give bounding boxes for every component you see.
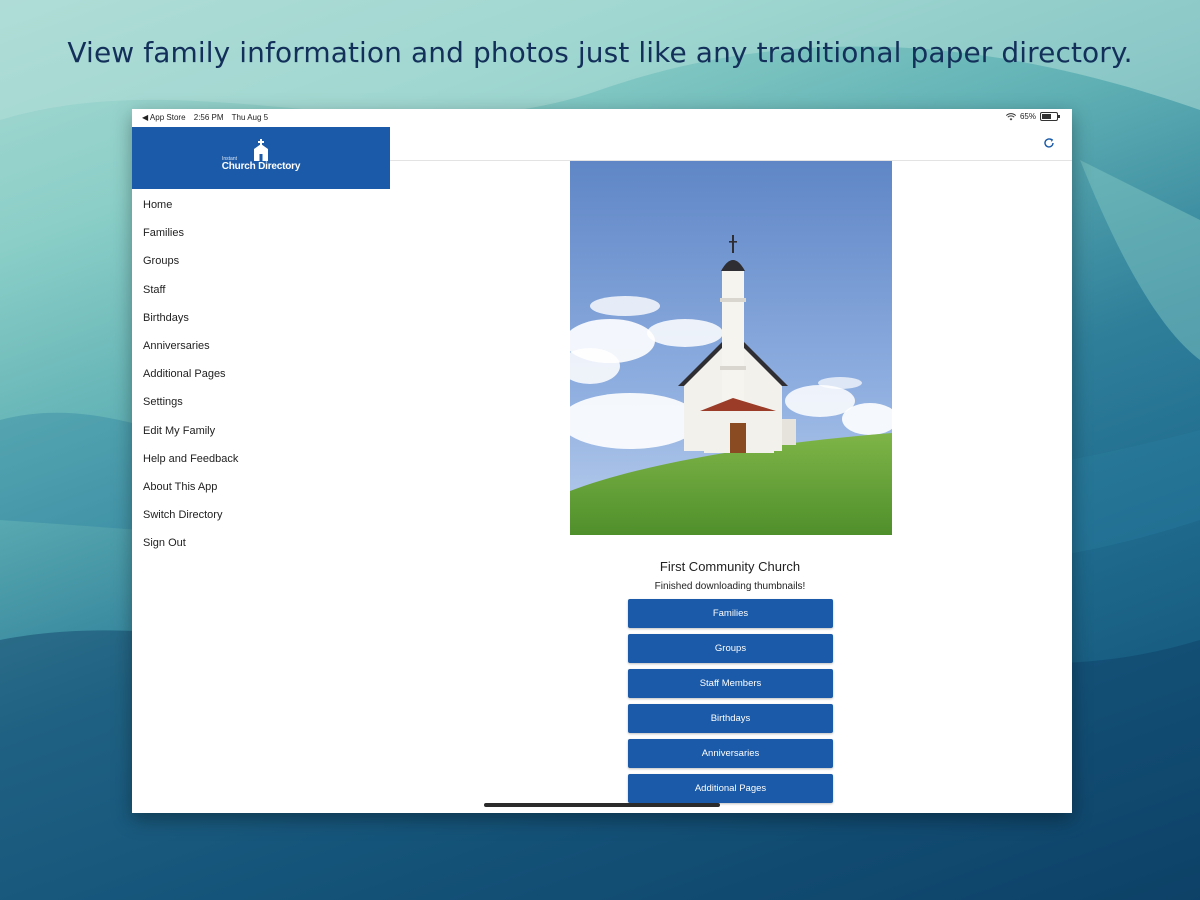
sidebar-item-home[interactable]: Home	[132, 197, 390, 225]
sidebar-item-birthdays[interactable]: Birthdays	[132, 310, 390, 338]
church-photo	[570, 161, 892, 535]
brand-logo: Instant Church Directory	[216, 139, 306, 179]
families-button[interactable]: Families	[628, 599, 833, 628]
refresh-icon[interactable]	[1042, 136, 1056, 150]
sidebar: Instant Church Directory Home Families G…	[132, 127, 390, 813]
home-indicator[interactable]	[484, 803, 720, 807]
additional-pages-button[interactable]: Additional Pages	[628, 774, 833, 803]
promo-headline: View family information and photos just …	[67, 36, 1133, 69]
tablet-screen: ◀ App Store 2:56 PM Thu Aug 5 65% Instan…	[132, 109, 1072, 813]
status-date: Thu Aug 5	[231, 113, 269, 122]
church-logo-icon	[254, 139, 268, 161]
sidebar-item-additional-pages[interactable]: Additional Pages	[132, 366, 390, 394]
staff-members-button[interactable]: Staff Members	[628, 669, 833, 698]
sidebar-item-about-this-app[interactable]: About This App	[132, 479, 390, 507]
sidebar-item-groups[interactable]: Groups	[132, 253, 390, 281]
wifi-icon	[1005, 112, 1016, 120]
sidebar-item-settings[interactable]: Settings	[132, 394, 390, 422]
sidebar-item-sign-out[interactable]: Sign Out	[132, 535, 390, 563]
birthdays-button[interactable]: Birthdays	[628, 704, 833, 733]
sidebar-menu: Home Families Groups Staff Birthdays Ann…	[132, 197, 390, 563]
anniversaries-button[interactable]: Anniversaries	[628, 739, 833, 768]
sidebar-item-edit-my-family[interactable]: Edit My Family	[132, 423, 390, 451]
status-bar: ◀ App Store 2:56 PM Thu Aug 5 65%	[132, 109, 1072, 127]
status-time: 2:56 PM	[193, 113, 224, 122]
battery-icon	[1040, 112, 1060, 121]
download-status: Finished downloading thumbnails!	[654, 581, 806, 592]
sidebar-item-switch-directory[interactable]: Switch Directory	[132, 507, 390, 535]
sidebar-item-anniversaries[interactable]: Anniversaries	[132, 338, 390, 366]
sidebar-item-help-and-feedback[interactable]: Help and Feedback	[132, 451, 390, 479]
brand-header: Instant Church Directory	[132, 127, 390, 189]
brand-name: Church Directory	[221, 161, 301, 172]
groups-button[interactable]: Groups	[628, 634, 833, 663]
sidebar-item-families[interactable]: Families	[132, 225, 390, 253]
back-to-app-store[interactable]: ◀ App Store	[142, 113, 186, 122]
battery-percent: 65%	[1019, 112, 1036, 121]
church-name: First Community Church	[659, 559, 801, 574]
sidebar-item-staff[interactable]: Staff	[132, 282, 390, 310]
